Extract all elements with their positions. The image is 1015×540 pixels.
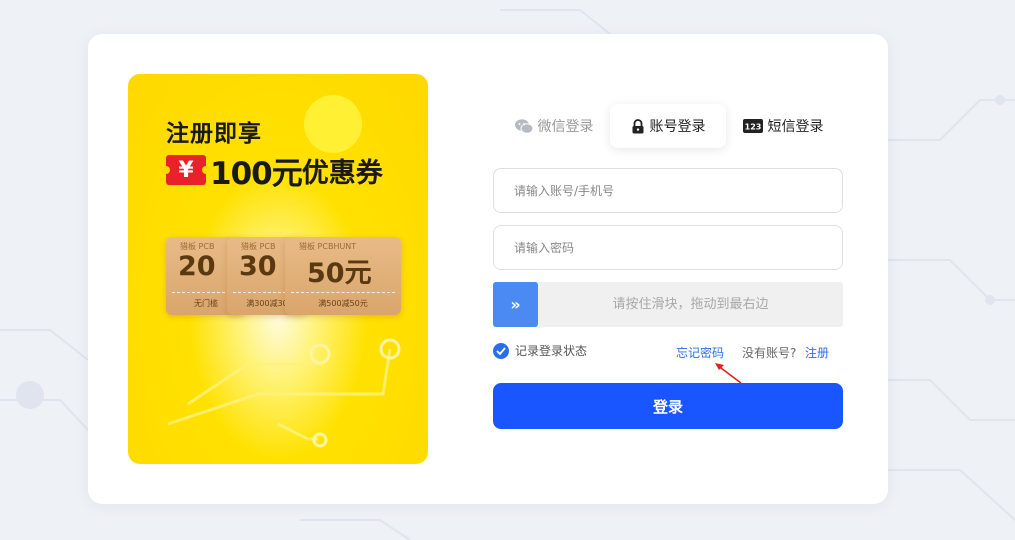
svg-text:123: 123 [744, 123, 761, 132]
login-button[interactable]: 登录 [493, 383, 843, 429]
remember-login-checkbox[interactable]: 记录登录状态 [493, 342, 587, 359]
slider-captcha[interactable]: » 请按住滑块，拖动到最右边 [493, 282, 843, 327]
slider-handle[interactable]: » [493, 282, 538, 327]
promo-rest: 优惠券 [301, 157, 383, 189]
promo-banner[interactable]: 注册即享 ¥ 100元 优惠券 猎板 PCB 20 无门槛 猎板 PCB 30 … [128, 74, 428, 464]
check-icon[interactable] [493, 342, 509, 359]
coupon-50: 猎板 PCBHUNT 50元 满500减50元 [285, 237, 401, 315]
account-field [493, 168, 843, 213]
no-account-text: 没有账号? [742, 346, 797, 360]
register-link[interactable]: 注册 [805, 344, 829, 361]
coupon-value: 20 [178, 251, 216, 282]
tab-label: 微信登录 [537, 119, 594, 135]
yen-tag-icon: ¥ [162, 155, 210, 185]
tab-sms-login[interactable]: 123 短信登录 [726, 104, 840, 148]
password-field [493, 225, 843, 270]
coupon-note: 满500减50元 [318, 299, 368, 308]
coupon-value: 30 [239, 251, 277, 282]
sms-123-icon: 123 [742, 119, 763, 133]
coupon-divider [291, 292, 395, 293]
tab-wechat-login[interactable]: 微信登录 [498, 104, 610, 148]
wechat-icon [514, 118, 533, 134]
remember-label: 记录登录状态 [515, 344, 588, 358]
forgot-password-link[interactable]: 忘记密码 [676, 344, 724, 361]
promo-title: 注册即享 [166, 121, 262, 147]
account-input[interactable] [494, 169, 842, 212]
coupon-value: 50元 [307, 258, 372, 289]
tab-account-login[interactable]: 账号登录 [610, 104, 726, 148]
tab-label: 账号登录 [649, 119, 706, 135]
promo-amount: 100元 [210, 155, 303, 192]
login-method-tabs: 微信登录 账号登录 123 短信登录 [498, 103, 848, 149]
lock-icon [631, 118, 645, 134]
slider-hint: 请按住滑块，拖动到最右边 [612, 297, 769, 312]
login-card: 注册即享 ¥ 100元 优惠券 猎板 PCB 20 无门槛 猎板 PCB 30 … [88, 34, 888, 504]
tab-label: 短信登录 [767, 119, 824, 135]
password-input[interactable] [494, 226, 842, 269]
promo-subtitle: ¥ 100元 优惠券 [162, 152, 383, 192]
